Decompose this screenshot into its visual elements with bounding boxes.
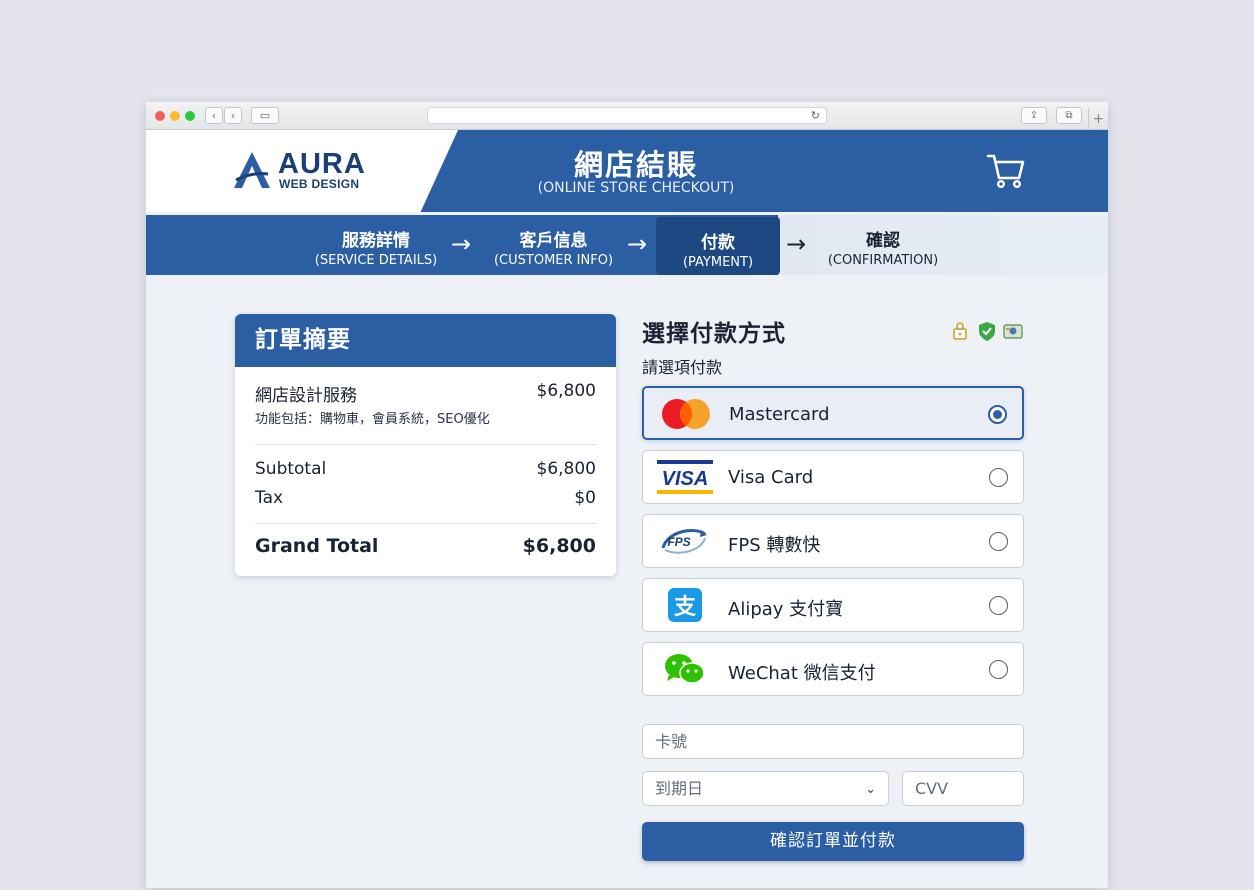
card-number-field[interactable]: 卡號 bbox=[642, 724, 1024, 759]
payment-option-mastercard[interactable]: Mastercard bbox=[642, 386, 1024, 440]
payment-option-alipay[interactable]: 支 Alipay 支付寶 bbox=[642, 578, 1024, 632]
step-payment[interactable]: 付款 (PAYMENT) bbox=[656, 217, 780, 275]
order-summary-card: 訂單摘要 網店設計服務 $6,800 功能包括：購物車，會員系統，SEO優化 S… bbox=[235, 314, 616, 576]
page-title: 網店結賬 bbox=[573, 148, 698, 182]
grand-total-label: Grand Total bbox=[255, 535, 379, 557]
payment-option-label: Mastercard bbox=[729, 404, 830, 425]
minimize-window-button[interactable] bbox=[170, 111, 180, 121]
subtotal-value: $6,800 bbox=[536, 459, 596, 479]
svg-text:VISA: VISA bbox=[662, 468, 709, 490]
wechat-icon bbox=[665, 654, 705, 684]
arrow-right-icon: → bbox=[451, 230, 472, 258]
logo[interactable]: AURA WEB DESIGN bbox=[146, 130, 458, 212]
confirm-and-pay-button[interactable]: 確認訂單並付款 bbox=[642, 822, 1024, 861]
radio-unselected[interactable] bbox=[989, 596, 1008, 615]
lock-icon bbox=[953, 322, 967, 340]
payment-option-visa[interactable]: VISA Visa Card bbox=[642, 450, 1024, 504]
secure-card-icon bbox=[1003, 324, 1023, 339]
browser-window: ‹ › ▭ ↻ ⇪ ⧉ + AURA WEB DESIGN 網店結賬 (ONLI… bbox=[146, 102, 1108, 888]
page-subtitle: (ONLINE STORE CHECKOUT) bbox=[537, 180, 735, 196]
shield-check-icon bbox=[979, 322, 995, 341]
arrow-right-icon: → bbox=[786, 230, 807, 258]
payment-option-label: Alipay 支付寶 bbox=[728, 599, 844, 620]
radio-unselected[interactable] bbox=[989, 660, 1008, 679]
payment-option-wechat[interactable]: WeChat 微信支付 bbox=[642, 642, 1024, 696]
cart-icon[interactable] bbox=[986, 150, 1026, 190]
security-badges bbox=[953, 322, 1023, 341]
svg-text:FPS: FPS bbox=[667, 535, 690, 549]
item-price: $6,800 bbox=[536, 381, 596, 401]
step-confirmation[interactable]: 確認 (CONFIRMATION) bbox=[818, 215, 948, 275]
payment-option-label: FPS 轉數快 bbox=[728, 535, 821, 556]
item-description: 功能包括：購物車，會員系統，SEO優化 bbox=[255, 412, 490, 427]
step-customer-info[interactable]: 客戶信息 (CUSTOMER INFO) bbox=[486, 215, 621, 275]
grand-total-row: Grand Total $6,800 bbox=[255, 535, 596, 557]
divider bbox=[255, 523, 596, 524]
mastercard-icon bbox=[662, 399, 710, 429]
tax-row: Tax $0 bbox=[255, 488, 596, 508]
radio-unselected[interactable] bbox=[989, 532, 1008, 551]
tax-value: $0 bbox=[574, 488, 596, 508]
payment-option-label: Visa Card bbox=[728, 467, 814, 488]
expiry-date-placeholder: 到期日 bbox=[655, 779, 704, 798]
grand-total-value: $6,800 bbox=[522, 535, 596, 557]
tab-overview-icon[interactable]: ⧉ bbox=[1056, 107, 1082, 124]
payment-option-fps[interactable]: FPS FPS 轉數快 bbox=[642, 514, 1024, 568]
browser-toolbar: ‹ › ▭ ↻ ⇪ ⧉ + bbox=[146, 102, 1108, 130]
radio-unselected[interactable] bbox=[989, 468, 1008, 487]
payment-option-label: WeChat 微信支付 bbox=[728, 663, 876, 684]
subtotal-row: Subtotal $6,800 bbox=[255, 459, 596, 479]
cvv-field[interactable]: CVV bbox=[902, 771, 1024, 806]
order-summary-title: 訂單摘要 bbox=[235, 314, 616, 367]
share-icon[interactable]: ⇪ bbox=[1021, 107, 1047, 124]
svg-text:支: 支 bbox=[674, 595, 697, 620]
aura-logo-icon bbox=[234, 152, 270, 188]
brand-tagline: WEB DESIGN bbox=[279, 177, 360, 191]
subtotal-label: Subtotal bbox=[255, 459, 327, 479]
zoom-window-button[interactable] bbox=[185, 111, 195, 121]
forward-icon[interactable]: › bbox=[224, 107, 242, 124]
alipay-icon: 支 bbox=[668, 588, 702, 622]
visa-icon: VISA bbox=[657, 460, 713, 494]
reload-icon[interactable]: ↻ bbox=[811, 108, 820, 124]
sidebar-toggle-icon[interactable]: ▭ bbox=[251, 107, 279, 124]
tax-label: Tax bbox=[255, 488, 284, 508]
expiry-date-select[interactable]: 到期日 ⌄ bbox=[642, 771, 889, 806]
item-name: 網店設計服務 bbox=[255, 386, 357, 406]
order-item: 網店設計服務 $6,800 bbox=[255, 381, 596, 406]
fps-icon: FPS bbox=[661, 529, 707, 554]
close-window-button[interactable] bbox=[155, 111, 165, 121]
radio-selected[interactable] bbox=[988, 405, 1007, 424]
payment-method-title: 選擇付款方式 bbox=[642, 321, 786, 347]
new-tab-icon[interactable]: + bbox=[1088, 108, 1108, 130]
site-header: AURA WEB DESIGN 網店結賬 (ONLINE STORE CHECK… bbox=[146, 130, 1108, 212]
checkout-steps: 服務詳情 (SERVICE DETAILS) → 客戶信息 (CUSTOMER … bbox=[146, 215, 1108, 275]
chevron-down-icon: ⌄ bbox=[865, 782, 876, 797]
back-icon[interactable]: ‹ bbox=[205, 107, 223, 124]
address-bar[interactable]: ↻ bbox=[427, 107, 827, 124]
arrow-right-icon: → bbox=[627, 230, 648, 258]
step-service-details[interactable]: 服務詳情 (SERVICE DETAILS) bbox=[306, 215, 446, 275]
payment-method-subtitle: 請選項付款 bbox=[642, 358, 723, 377]
divider bbox=[255, 444, 596, 445]
